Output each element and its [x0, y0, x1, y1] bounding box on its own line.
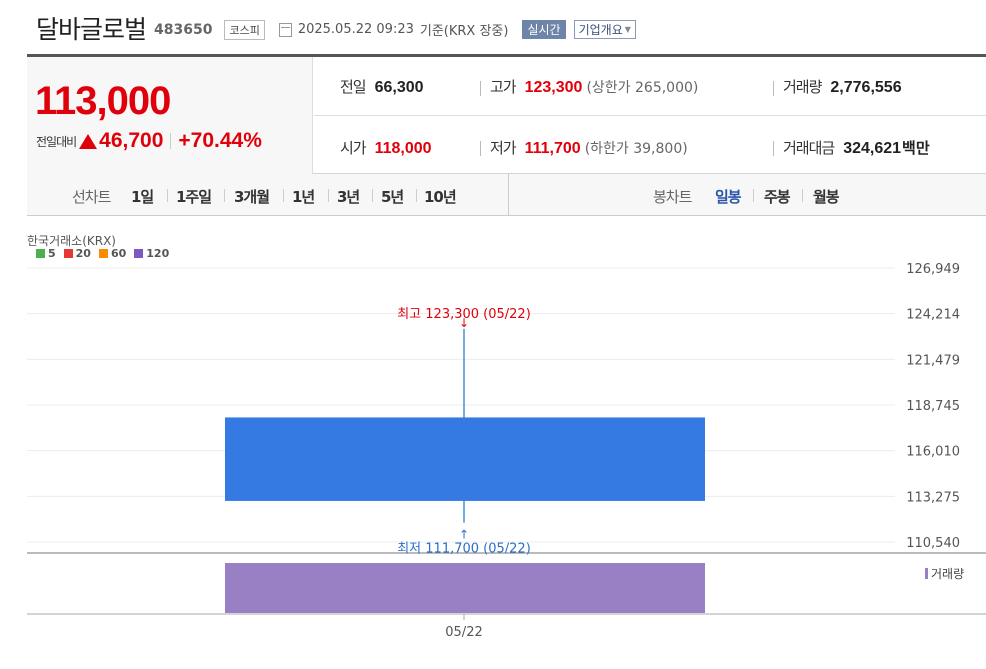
open-value: 118,000	[374, 140, 432, 157]
period-10y[interactable]: 10년	[424, 186, 457, 207]
change-divider	[170, 133, 172, 149]
up-arrow-icon: ↑	[459, 528, 469, 542]
row-divider	[314, 115, 986, 116]
change-label: 전일대비	[36, 134, 77, 149]
volume-legend-label: 거래량	[931, 567, 964, 581]
price-change: 전일대비 46,700 +70.44%	[36, 129, 262, 153]
cell-divider	[480, 81, 481, 96]
quote-datetime: 2025.05.22 09:23	[297, 22, 414, 37]
price-summary: 113,000 전일대비 46,700 +70.44% 전일 66,300 고가…	[27, 54, 986, 174]
candlestick-chart[interactable]: 126,949 124,214 121,479 118,745 116,010 113,2…	[0, 216, 986, 669]
period-3y[interactable]: 3년	[337, 186, 360, 207]
stock-name: 달바글로벌	[36, 15, 147, 44]
low-price: 저가 111,700 (하한가 39,800)	[490, 137, 688, 158]
candle-weekly[interactable]: 주봉	[764, 186, 791, 207]
period-divider	[372, 189, 373, 202]
current-price: 113,000	[35, 79, 171, 123]
volume: 거래량 2,776,556	[783, 76, 902, 97]
period-divider	[167, 189, 168, 202]
cell-divider	[773, 81, 774, 96]
line-chart-label: 선차트	[72, 188, 111, 206]
prev-close-label: 전일	[340, 78, 367, 96]
change-value: 46,700	[99, 129, 164, 152]
upper-limit: (상한가 265,000)	[586, 80, 699, 96]
volume-bar	[225, 563, 705, 613]
y-tick-label: 124,214	[906, 308, 960, 323]
x-tick-label: 05/22	[445, 625, 482, 640]
y-tick-label: 116,010	[906, 445, 960, 460]
stock-header: 달바글로벌 483650 코스피 2025.05.22 09:23 기준(KRX…	[36, 12, 636, 44]
trade-value-amount: 324,621	[843, 140, 902, 157]
prev-close: 전일 66,300	[340, 76, 424, 97]
candle-daily[interactable]: 일봉	[715, 186, 742, 207]
open-price: 시가 118,000	[340, 137, 432, 158]
open-label: 시가	[340, 139, 367, 157]
trade-value-label: 거래대금	[783, 139, 835, 157]
y-tick-label: 113,275	[906, 490, 960, 505]
change-rate: +70.44%	[178, 129, 262, 152]
stock-code: 483650	[154, 22, 213, 38]
lower-limit: (하한가 39,800)	[584, 141, 688, 157]
y-tick-label: 110,540	[906, 536, 960, 551]
period-1y[interactable]: 1년	[292, 186, 315, 207]
high-value: 123,300	[524, 79, 583, 96]
candle-monthly[interactable]: 월봉	[813, 186, 840, 207]
y-tick-label: 121,479	[906, 353, 960, 368]
down-arrow-icon: ↓	[459, 316, 469, 330]
trade-value: 거래대금 324,621 백만	[783, 137, 930, 158]
cell-divider	[773, 141, 774, 156]
period-divider	[802, 189, 803, 202]
period-divider	[416, 189, 417, 202]
period-divider	[224, 189, 225, 202]
volume-label: 거래량	[783, 78, 822, 96]
low-annotation: 최저 111,700 (05/22)	[397, 542, 531, 557]
up-triangle-icon	[79, 133, 98, 149]
period-divider	[753, 189, 754, 202]
prev-close-value: 66,300	[374, 79, 424, 96]
period-1d[interactable]: 1일	[131, 186, 154, 207]
candle-chart-label: 봉차트	[653, 188, 692, 206]
high-price: 고가 123,300 (상한가 265,000)	[490, 76, 698, 97]
cell-divider	[480, 141, 481, 156]
volume-legend-swatch	[925, 568, 928, 579]
period-divider	[283, 189, 284, 202]
low-value: 111,700	[524, 140, 581, 157]
company-overview-label: 기업개요	[578, 23, 623, 37]
low-label: 저가	[490, 139, 517, 157]
period-selector: 선차트 1일 1주일 3개월 1년 3년 5년 10년 봉차트 일봉 주봉 월봉	[27, 174, 986, 216]
realtime-button[interactable]: 실시간	[522, 20, 566, 39]
document-icon	[278, 22, 292, 37]
period-section-divider	[508, 174, 509, 215]
period-5y[interactable]: 5년	[381, 186, 404, 207]
candle-body	[225, 417, 705, 501]
quote-basis: 기준(KRX 장중)	[419, 24, 509, 39]
y-tick-label: 118,745	[906, 399, 960, 414]
trade-value-unit: 백만	[902, 139, 930, 157]
y-tick-label: 126,949	[906, 262, 960, 277]
high-label: 고가	[490, 78, 517, 96]
volume-value: 2,776,556	[830, 79, 902, 96]
current-price-box: 113,000 전일대비 46,700 +70.44%	[27, 57, 313, 174]
period-3m[interactable]: 3개월	[234, 186, 270, 207]
market-badge: 코스피	[224, 19, 265, 40]
period-divider	[328, 189, 329, 202]
period-1w[interactable]: 1주일	[176, 186, 212, 207]
chevron-down-icon: ▼	[624, 25, 631, 34]
company-overview-button[interactable]: 기업개요 ▼	[573, 20, 636, 39]
